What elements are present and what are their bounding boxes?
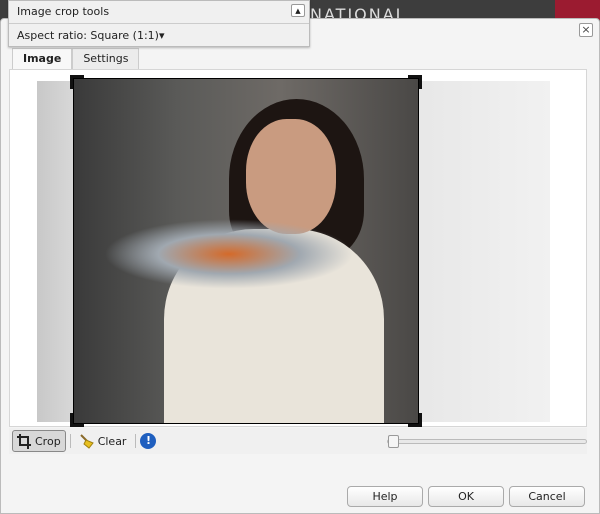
crop-handle-bottom-right[interactable] (408, 413, 422, 427)
aspect-ratio-dropdown[interactable]: Aspect ratio: Square (1:1)▾ (17, 29, 164, 42)
popup-title: Image crop tools (17, 5, 110, 18)
crop-tools-popup: Image crop tools ▲ Aspect ratio: Square … (8, 0, 310, 47)
photo-drone (104, 219, 354, 289)
info-icon[interactable]: ! (140, 433, 157, 449)
crop-area[interactable] (73, 78, 419, 424)
aspect-ratio-label: Aspect ratio: Square (1:1) (17, 29, 159, 42)
crop-button[interactable]: Crop (12, 430, 66, 452)
collapse-icon[interactable]: ▲ (291, 4, 305, 17)
clear-button[interactable]: Clear (75, 430, 132, 452)
crop-handle-top-right[interactable] (408, 75, 422, 89)
brand-text: NATIONAL (310, 6, 407, 18)
tab-settings[interactable]: Settings (72, 48, 140, 69)
crop-label: Crop (35, 434, 61, 448)
crop-icon (17, 433, 31, 449)
slider-thumb[interactable] (388, 435, 399, 448)
crop-handle-top-left[interactable] (70, 75, 84, 89)
divider (9, 23, 309, 24)
ok-button[interactable]: OK (428, 486, 504, 507)
zoom-slider[interactable] (387, 435, 587, 448)
crop-handle-bottom-left[interactable] (70, 413, 84, 427)
slider-track[interactable] (387, 439, 587, 444)
chevron-down-icon: ▾ (158, 29, 165, 42)
close-icon[interactable]: × (579, 23, 593, 37)
cancel-button[interactable]: Cancel (509, 486, 585, 507)
image-panel (9, 69, 587, 427)
divider (69, 434, 71, 448)
tab-bar: Image Settings (12, 48, 140, 69)
photo-face (246, 119, 336, 234)
tab-image[interactable]: Image (12, 48, 73, 69)
search-button[interactable] (555, 0, 600, 20)
help-button[interactable]: Help (347, 486, 423, 507)
clear-label: Clear (97, 434, 127, 448)
divider (135, 434, 137, 448)
broom-icon (79, 433, 94, 449)
